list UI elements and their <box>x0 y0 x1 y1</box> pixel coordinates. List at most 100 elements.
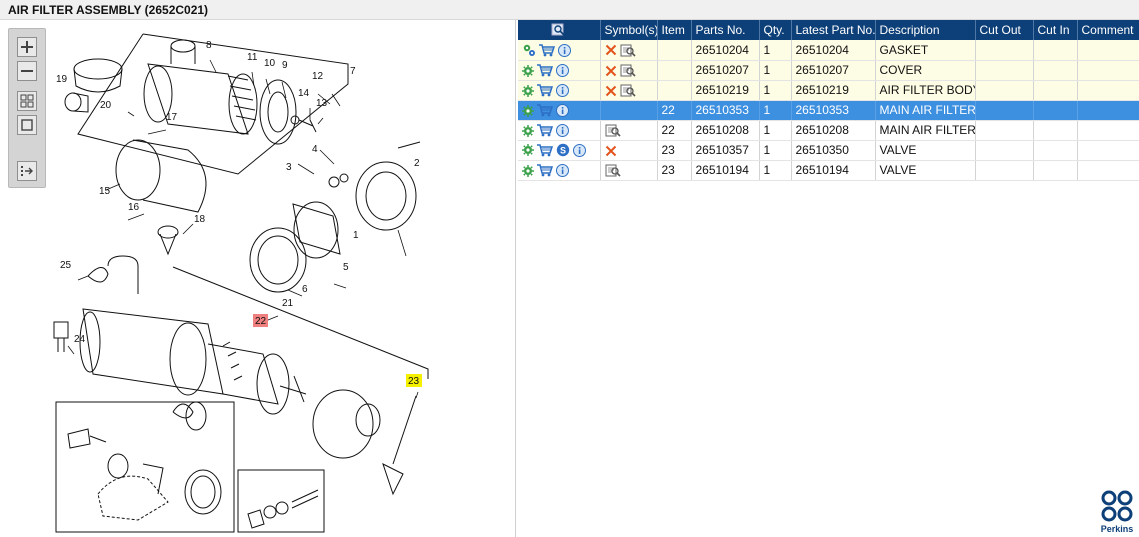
s-icon[interactable]: S <box>556 143 570 157</box>
book-icon[interactable] <box>605 164 621 177</box>
table-row[interactable]: 26510219 1 26510219 AIR FILTER BODY <box>518 80 1139 101</box>
callout-4[interactable]: 4 <box>312 144 318 155</box>
callout-2[interactable]: 2 <box>414 158 420 169</box>
callout-7[interactable]: 7 <box>350 66 356 77</box>
callout-22[interactable]: 22 <box>255 316 267 327</box>
cell-description: MAIN AIR FILTER <box>875 100 976 121</box>
window-button[interactable] <box>17 115 37 135</box>
callout-3[interactable]: 3 <box>286 162 292 173</box>
callout-9[interactable]: 9 <box>282 60 288 71</box>
cart-icon[interactable] <box>537 124 553 137</box>
callout-25[interactable]: 25 <box>60 260 72 271</box>
cart-icon[interactable] <box>537 84 553 97</box>
cell-item: 22 <box>657 120 692 141</box>
callout-16[interactable]: 16 <box>128 202 140 213</box>
gears-icon[interactable] <box>522 43 536 57</box>
callout-1[interactable]: 1 <box>353 230 359 241</box>
info-icon[interactable] <box>573 143 586 157</box>
cross-icon <box>605 65 617 77</box>
cart-icon[interactable] <box>537 64 553 77</box>
minus-icon <box>21 70 33 72</box>
gear-icon[interactable] <box>522 84 534 97</box>
callout-14[interactable]: 14 <box>298 88 310 99</box>
cell-qty: 1 <box>759 140 792 161</box>
callout-20[interactable]: 20 <box>100 100 112 111</box>
column-header-actions[interactable] <box>518 20 601 40</box>
callout-12[interactable]: 12 <box>312 71 324 82</box>
detail-right-parts <box>247 489 319 529</box>
callout-18[interactable]: 18 <box>194 214 206 225</box>
callout-6[interactable]: 6 <box>302 284 308 295</box>
assembly-outline-upper <box>77 33 349 175</box>
zoom-out-button[interactable] <box>17 61 37 81</box>
column-header-description[interactable]: Description <box>875 20 976 40</box>
callout-13[interactable]: 13 <box>316 98 328 109</box>
cell-cut-in <box>1033 120 1078 141</box>
callout-24[interactable]: 24 <box>74 334 86 345</box>
callout-10[interactable]: 10 <box>264 58 276 69</box>
table-row[interactable]: 23 26510194 1 26510194 VALVE <box>518 160 1139 181</box>
cart-icon[interactable] <box>537 164 553 177</box>
table-row[interactable]: 22 26510353 1 26510353 MAIN AIR FILTER <box>518 100 1139 121</box>
gear-icon[interactable] <box>522 124 534 137</box>
gear-icon[interactable] <box>522 104 534 117</box>
cell-latest-part-no: 26510208 <box>791 120 876 141</box>
callout-5[interactable]: 5 <box>343 262 349 273</box>
cell-parts-no: 26510207 <box>691 60 760 81</box>
table-row[interactable]: 26510204 1 26510204 GASKET <box>518 40 1139 61</box>
row-actions <box>518 40 601 61</box>
book-icon[interactable] <box>620 84 636 97</box>
fit-view-button[interactable] <box>17 91 37 111</box>
column-header-item[interactable]: Item <box>657 20 692 40</box>
gear-icon[interactable] <box>522 164 534 177</box>
gear-icon[interactable] <box>522 64 534 77</box>
cart-icon[interactable] <box>539 43 555 57</box>
cell-parts-no: 26510204 <box>691 40 760 61</box>
info-icon[interactable] <box>556 64 569 78</box>
table-row[interactable]: 22 26510208 1 26510208 MAIN AIR FILTER <box>518 120 1139 141</box>
ring-parts <box>249 141 421 293</box>
cell-description: VALVE <box>875 160 976 181</box>
callout-11[interactable]: 11 <box>247 52 258 63</box>
book-icon[interactable] <box>620 64 636 77</box>
cart-icon[interactable] <box>537 104 553 117</box>
book-icon[interactable] <box>605 124 621 137</box>
column-header-latest-part-no[interactable]: Latest Part No. <box>791 20 876 40</box>
callout-19[interactable]: 19 <box>56 74 68 85</box>
perkins-logo: Perkins <box>1101 490 1133 534</box>
column-header-parts-no[interactable]: Parts No. <box>691 20 760 40</box>
info-icon[interactable] <box>556 164 569 178</box>
column-header-cut-in[interactable]: Cut In <box>1033 20 1078 40</box>
table-row[interactable]: 26510207 1 26510207 COVER <box>518 60 1139 81</box>
book-icon[interactable] <box>620 44 636 57</box>
info-icon[interactable] <box>556 104 569 118</box>
callout-15[interactable]: 15 <box>99 186 111 197</box>
column-header-comment[interactable]: Comment <box>1077 20 1139 40</box>
cart-icon[interactable] <box>537 144 553 157</box>
table-row[interactable]: S 23 26510357 1 26510350 VALVE <box>518 140 1139 161</box>
export-button[interactable] <box>17 161 37 181</box>
zoom-in-button[interactable] <box>17 37 37 57</box>
column-header-cut-out[interactable]: Cut Out <box>975 20 1034 40</box>
cell-cut-in <box>1033 140 1078 161</box>
cell-qty: 1 <box>759 120 792 141</box>
callout-21[interactable]: 21 <box>282 298 294 309</box>
cell-cut-out <box>975 80 1034 101</box>
callout-17[interactable]: 17 <box>166 112 178 123</box>
detail-box-left <box>55 401 235 533</box>
column-header-qty[interactable]: Qty. <box>759 20 792 40</box>
cell-comment <box>1077 40 1139 61</box>
cell-qty: 1 <box>759 60 792 81</box>
callout-23[interactable]: 23 <box>408 376 420 387</box>
cell-comment <box>1077 140 1139 161</box>
cross-icon <box>605 85 617 97</box>
gear-icon[interactable] <box>522 144 534 157</box>
cell-description: MAIN AIR FILTER <box>875 120 976 141</box>
info-icon[interactable] <box>558 43 571 57</box>
row-actions <box>518 80 601 101</box>
info-icon[interactable] <box>556 84 569 98</box>
cell-cut-out <box>975 120 1034 141</box>
info-icon[interactable] <box>556 124 569 138</box>
column-header-symbols[interactable]: Symbol(s) <box>600 20 658 40</box>
callout-8[interactable]: 8 <box>206 40 212 51</box>
